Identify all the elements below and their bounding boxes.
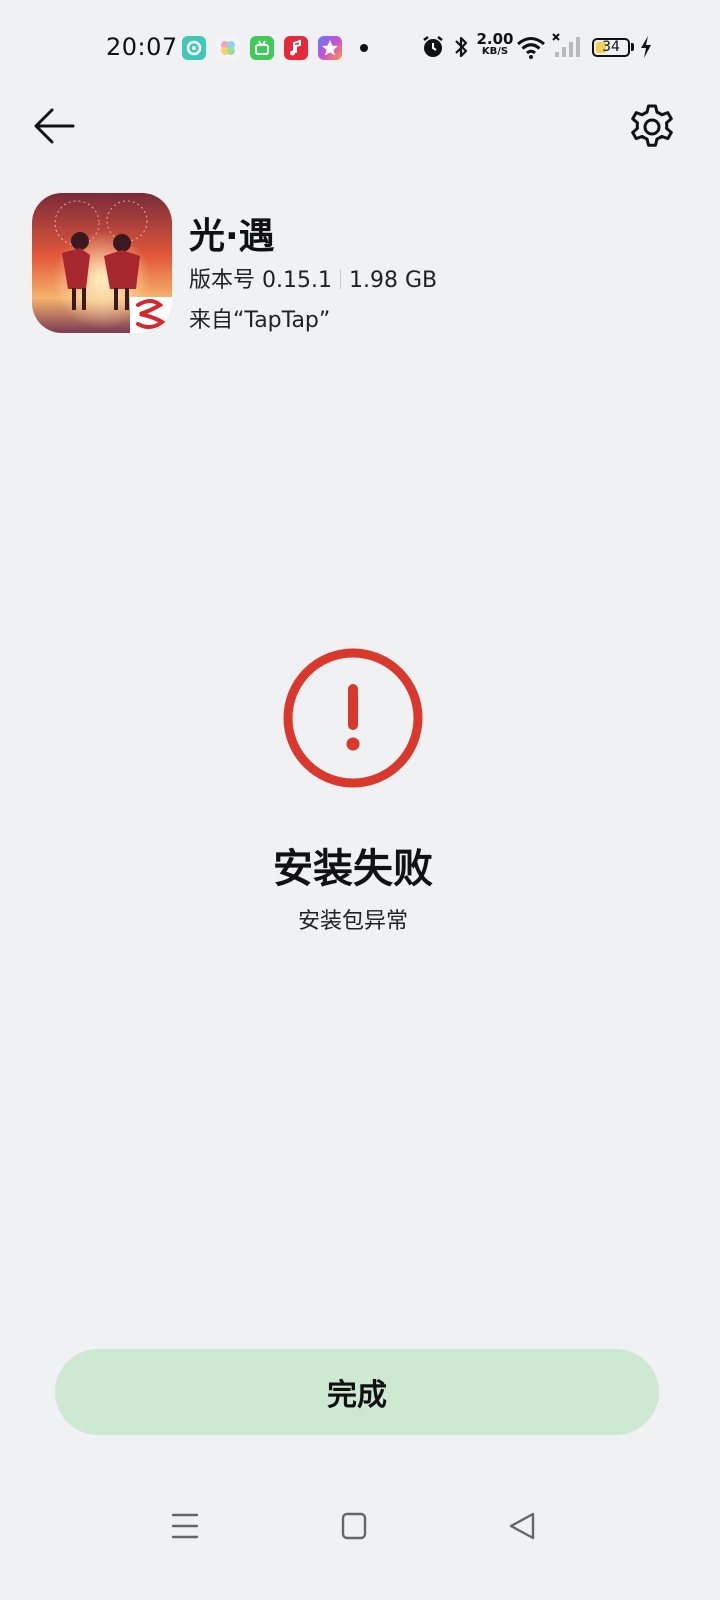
install-result-reason: 安装包异常	[297, 909, 408, 934]
app-version: 版本号 0.15.1	[189, 268, 332, 293]
music-app-icon	[284, 36, 308, 60]
nav-home-button[interactable]	[334, 1506, 374, 1546]
status-time: 20:07	[106, 33, 178, 61]
battery-level: 34	[602, 39, 620, 55]
charging-bolt-icon	[641, 36, 651, 58]
settings-button[interactable]	[624, 99, 680, 155]
done-button[interactable]: 完成	[55, 1349, 659, 1435]
app-source: 来自“TapTap”	[189, 308, 331, 333]
app-icon	[32, 193, 172, 333]
arrow-left-icon	[34, 108, 75, 144]
gear-icon	[631, 104, 673, 147]
bilibili-green-icon	[250, 36, 274, 60]
soul-app-icon	[182, 36, 206, 60]
petal-app-icon	[216, 36, 240, 60]
nav-menu-button[interactable]	[165, 1506, 205, 1546]
exclamation-circle-icon	[283, 648, 423, 788]
app-size: 1.98 GB	[348, 268, 438, 293]
battery-indicator: 34	[592, 38, 630, 57]
app-meta: 版本号 0.15.1 1.98 GB	[189, 262, 437, 294]
install-result-title: 安装失败	[273, 846, 433, 892]
more-notifications-dot	[360, 44, 368, 52]
app-name: 光·遇	[189, 216, 275, 257]
wifi-icon	[517, 37, 545, 59]
back-button[interactable]	[28, 100, 84, 152]
nav-back-button[interactable]	[502, 1506, 542, 1546]
meta-divider	[339, 269, 341, 289]
network-speed-unit: KB/S	[481, 46, 509, 57]
menu-icon	[171, 1513, 199, 1539]
network-speed-value: 2.00	[476, 30, 514, 48]
star-app-icon	[318, 36, 342, 60]
network-speed: 2.00 KB/S	[475, 32, 515, 57]
bluetooth-icon	[455, 36, 468, 58]
cellular-signal-icon	[552, 33, 580, 57]
status-bar: 20:07 2.00 KB/S 34	[0, 0, 720, 96]
home-square-icon	[341, 1512, 367, 1540]
back-triangle-icon	[509, 1512, 535, 1540]
battery-tip	[631, 43, 634, 51]
alarm-icon	[423, 36, 443, 57]
